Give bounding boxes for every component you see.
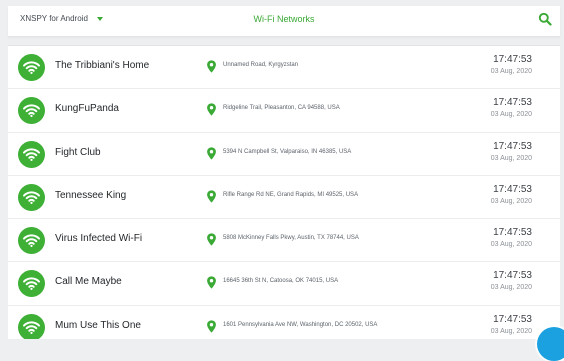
location-pin-icon	[207, 276, 216, 290]
app-selector-label: XNSPY for Android	[20, 14, 88, 23]
network-name: The Tribbiani's Home	[55, 60, 150, 71]
connection-time: 17:47:53	[493, 270, 532, 282]
network-name: Virus Infected Wi-Fi	[55, 233, 143, 245]
network-name: Call Me Maybe	[55, 276, 122, 288]
connection-time: 17:47:53	[493, 183, 532, 195]
connection-date: 03 Aug, 2020	[490, 197, 532, 205]
network-row[interactable]: The Tribbiani's Home Unnamed Road, Kyrgy…	[8, 46, 560, 90]
network-row[interactable]: Call Me Maybe 16645 36th St N, Catoosa, …	[8, 262, 560, 306]
location-pin-icon	[207, 103, 216, 116]
network-address: 16645 36th St N, Catoosa, OK 74015, USA	[223, 278, 339, 285]
search-button[interactable]	[538, 12, 552, 26]
search-icon	[538, 12, 552, 26]
network-name: Fight Club	[55, 146, 101, 158]
connection-date: 03 Aug, 2020	[490, 327, 532, 335]
location-pin-icon	[207, 60, 216, 73]
top-bar: XNSPY for Android Wi-Fi Networks	[8, 6, 560, 37]
network-row[interactable]: Fight Club 5394 N Campbell St, Valparais…	[8, 132, 560, 176]
network-address: 5394 N Campbell St, Valparaiso, IN 46385…	[223, 148, 352, 155]
connection-date: 03 Aug, 2020	[490, 154, 532, 162]
location-pin-icon	[207, 147, 216, 160]
connection-date: 03 Aug, 2020	[490, 284, 532, 292]
connection-date: 03 Aug, 2020	[490, 241, 532, 249]
help-chat-button[interactable]	[537, 327, 564, 361]
wifi-icon	[18, 140, 45, 168]
wifi-icon	[18, 270, 45, 298]
wifi-icon	[18, 313, 45, 339]
chevron-down-icon	[96, 16, 103, 21]
app-selector-dropdown[interactable]: XNSPY for Android	[20, 14, 103, 23]
wifi-icon	[18, 97, 45, 125]
network-address: 1601 Pennsylvania Ave NW, Washington, DC…	[223, 321, 378, 328]
connection-time: 17:47:53	[493, 313, 532, 325]
location-pin-icon	[207, 190, 216, 203]
wifi-icon	[18, 54, 45, 81]
connection-date: 03 Aug, 2020	[490, 111, 532, 119]
network-name: Mum Use This One	[55, 319, 141, 331]
connection-time: 17:47:53	[493, 140, 532, 152]
location-pin-icon	[207, 233, 216, 246]
wifi-icon	[18, 227, 45, 255]
network-row[interactable]: Virus Infected Wi-Fi 5808 McKinney Falls…	[8, 219, 560, 263]
network-name: KungFuPanda	[55, 103, 119, 115]
network-row[interactable]: Mum Use This One 1601 Pennsylvania Ave N…	[8, 305, 560, 339]
network-address: 5808 McKinney Falls Pkwy, Austin, TX 787…	[223, 235, 359, 242]
network-row[interactable]: KungFuPanda Ridgeline Trail, Pleasanton,…	[8, 89, 560, 133]
network-address: Ridgeline Trail, Pleasanton, CA 94588, U…	[223, 105, 340, 112]
network-name: Tennessee King	[55, 189, 127, 201]
wifi-network-list: The Tribbiani's Home Unnamed Road, Kyrgy…	[8, 45, 560, 339]
network-address: Unnamed Road, Kyrgyzstan	[223, 62, 299, 68]
connection-time: 17:47:53	[493, 97, 532, 109]
connection-time: 17:47:53	[493, 227, 532, 239]
connection-date: 03 Aug, 2020	[490, 68, 532, 75]
location-pin-icon	[207, 320, 216, 333]
connection-time: 17:47:53	[493, 54, 532, 65]
network-row[interactable]: Tennessee King Rifle Range Rd NE, Grand …	[8, 175, 560, 220]
network-address: Rifle Range Rd NE, Grand Rapids, MI 4952…	[223, 191, 359, 198]
wifi-icon	[18, 183, 45, 211]
